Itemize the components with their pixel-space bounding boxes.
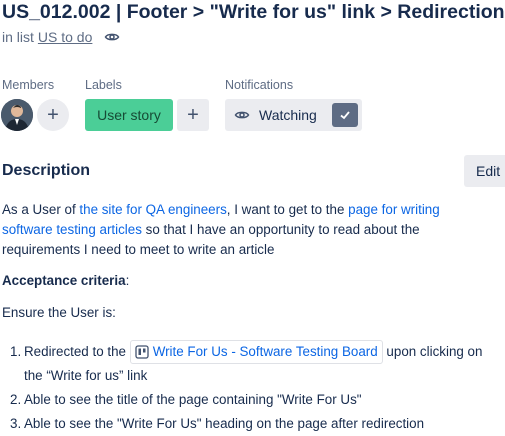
list-item: 1. Redirected to the Write For Us - Softw… <box>2 340 505 365</box>
list-item-text: Able to see the "Write For Us" heading o… <box>24 416 425 432</box>
list-number: 3. <box>10 416 22 432</box>
description-paragraph: As a User of the site for QA engineers, … <box>2 200 505 260</box>
in-list-prefix: in list <box>2 29 34 45</box>
criteria-colon: : <box>125 273 130 288</box>
text-segment: upon clicking on <box>382 344 483 359</box>
plus-icon: + <box>47 103 59 126</box>
list-link[interactable]: US to do <box>38 29 92 45</box>
text-segment: the “Write for us” link <box>24 368 148 384</box>
text-segment: As a User of <box>2 202 80 217</box>
smart-link-label: Write For Us - Software Testing Board <box>152 344 378 360</box>
watch-button-label: Watching <box>259 107 317 123</box>
eye-icon <box>234 107 250 123</box>
list-number: 1. <box>10 344 22 359</box>
add-label-button[interactable]: + <box>177 99 209 131</box>
acceptance-criteria-heading: Acceptance criteria: <box>2 271 129 291</box>
list-item: 3. Able to see the "Write For Us" heading… <box>2 412 505 436</box>
ensure-text: Ensure the User is: <box>2 305 116 320</box>
members-heading: Members <box>2 78 55 92</box>
labels-heading: Labels <box>85 78 122 92</box>
list-item-text: Able to see the title of the page contai… <box>24 392 362 408</box>
text-segment: , I want to get to the <box>226 202 349 217</box>
board-icon <box>135 345 149 360</box>
criteria-list: 1. Redirected to the Write For Us - Softw… <box>2 340 505 436</box>
list-item: 2. Able to see the title of the page cont… <box>2 388 505 412</box>
watch-button[interactable]: Watching <box>225 99 362 131</box>
description-heading: Description <box>2 162 91 179</box>
text-segment: Redirected to the <box>24 344 130 359</box>
add-member-button[interactable]: + <box>37 99 69 131</box>
link-qa-site[interactable]: the site for QA engineers <box>79 202 226 217</box>
notifications-heading: Notifications <box>225 78 294 92</box>
text-segment: requirements I need to meet to write an … <box>2 242 275 257</box>
eye-icon <box>104 29 120 45</box>
member-avatar[interactable] <box>1 99 33 131</box>
card-title[interactable]: US_012.002 | Footer > "Write for us" lin… <box>2 0 505 24</box>
list-item-cont: the “Write for us” link <box>2 364 505 388</box>
text-segment: so that I have an opportunity to read ab… <box>141 222 420 237</box>
link-writing-page-cont[interactable]: software testing articles <box>2 222 142 237</box>
label-chip-user-story[interactable]: User story <box>85 99 173 131</box>
list-number: 2. <box>10 392 22 408</box>
edit-description-button[interactable]: Edit <box>464 155 505 187</box>
list-breadcrumb: in list US to do <box>2 29 120 45</box>
plus-icon: + <box>187 103 199 126</box>
link-writing-page[interactable]: page for writing <box>348 202 440 217</box>
criteria-heading-text: Acceptance criteria <box>2 273 126 288</box>
checkmark-icon <box>332 103 358 127</box>
smart-link[interactable]: Write For Us - Software Testing Board <box>129 340 383 365</box>
